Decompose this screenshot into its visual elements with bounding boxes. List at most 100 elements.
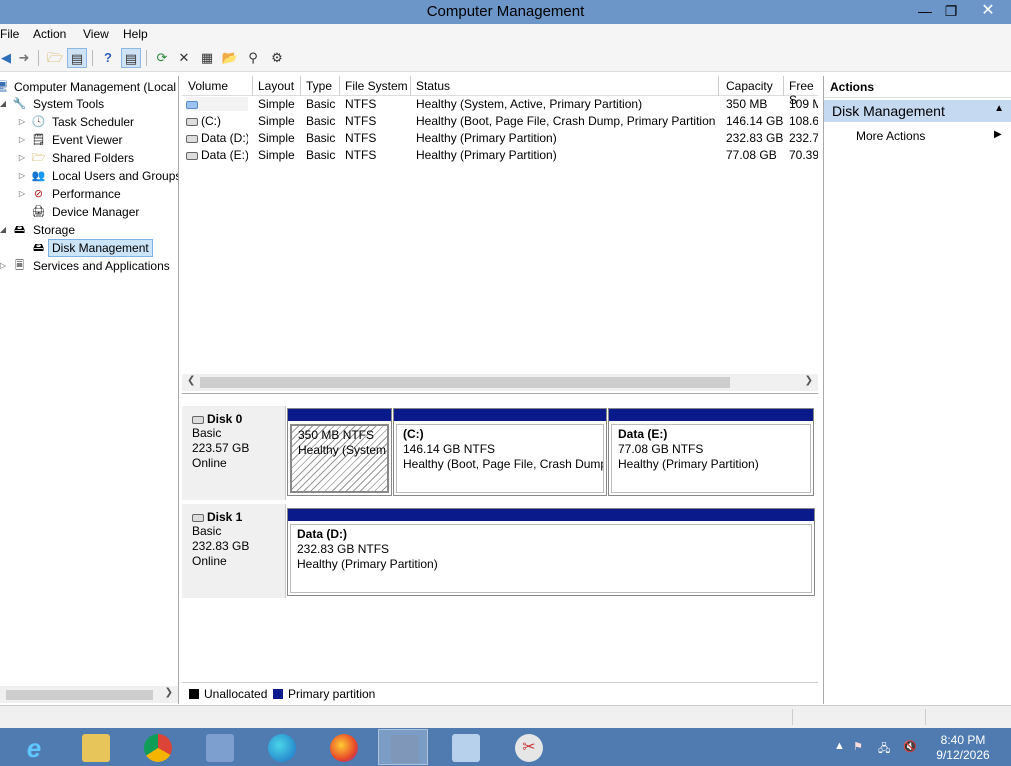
clock-time: 8:40 PM [940,733,986,747]
tree-horizontal-scrollbar[interactable]: ❯ [0,686,178,703]
actions-section-label: Disk Management [832,103,945,119]
taskbar-chrome[interactable] [132,729,182,765]
column-divider[interactable] [300,76,301,96]
disk-0-info[interactable]: Disk 0 Basic 223.57 GB Online [182,406,286,500]
column-divider[interactable] [339,76,340,96]
col-volume[interactable]: Volume [188,79,228,93]
volume-muted-icon[interactable]: 🔇 [903,740,917,753]
menu-file[interactable]: File [0,27,19,41]
status-cell: Healthy (Primary Partition) [416,148,557,162]
col-type[interactable]: Type [306,79,332,93]
menu-help[interactable]: Help [123,27,148,41]
scrollbar-thumb[interactable] [200,377,730,388]
delete-icon[interactable]: ✕ [174,48,194,68]
layout-cell: Simple [258,148,295,162]
event-viewer-icon: 🗒 [31,134,46,146]
disk-1-info[interactable]: Disk 1 Basic 232.83 GB Online [182,504,286,598]
actions-header: Actions [824,76,1011,98]
scroll-left-icon[interactable]: ❮ [187,375,195,386]
forward-icon[interactable]: ➜ [14,48,34,68]
settings-icon[interactable]: ⚙ [267,48,287,68]
expand-arrow-icon[interactable]: ▷ [17,167,27,185]
expand-arrow-icon[interactable]: ▷ [17,185,27,203]
close-button[interactable]: ✕ [970,0,1006,22]
submenu-arrow-icon[interactable]: ▶ [994,129,1002,140]
center-pane: Volume Layout Type File System Status Ca… [182,76,818,704]
network-tray-icon[interactable]: 🖧 [878,740,890,759]
fs-cell: NTFS [345,131,377,145]
more-actions-item[interactable]: More Actions [856,129,925,143]
taskbar-control-panel[interactable] [440,729,490,765]
menu-view[interactable]: View [83,27,109,41]
table-row[interactable]: Data (E:) Simple Basic NTFS Healthy (Pri… [182,147,818,164]
status-divider [925,709,926,725]
expand-arrow-icon[interactable]: ▷ [17,149,27,167]
expand-arrow-icon[interactable]: ▷ [17,113,27,131]
taskbar-network[interactable] [194,729,244,765]
partition-e[interactable]: Data (E:) 77.08 GB NTFS Healthy (Primary… [608,408,814,496]
scroll-right-icon[interactable]: ❯ [165,687,173,698]
type-cell: Basic [306,148,336,162]
drive-icon [186,134,198,143]
open-icon[interactable]: 📂 [220,48,240,68]
properties-icon[interactable]: ▦ [197,48,217,68]
expand-arrow-icon[interactable]: ▷ [0,257,8,275]
status-cell: Healthy (Boot, Page File, Crash Dump, Pr… [416,114,716,128]
partition-c[interactable]: (C:) 146.14 GB NTFS Healthy (Boot, Page … [393,408,607,496]
help-icon[interactable]: ? [98,48,118,68]
menu-action[interactable]: Action [33,27,66,41]
expand-arrow-icon[interactable]: ▷ [17,131,27,149]
taskbar-file-explorer[interactable] [70,729,120,765]
show-hide-tree-icon[interactable]: ▤ [67,48,87,68]
table-row[interactable]: (C:) Simple Basic NTFS Healthy (Boot, Pa… [182,113,818,130]
partition-system-reserved[interactable]: 350 MB NTFS Healthy (System, Active, Pri… [287,408,392,496]
refresh-icon[interactable]: ⟳ [152,48,172,68]
legend-swatch-primary [273,689,283,699]
column-divider[interactable] [783,76,784,96]
scroll-right-icon[interactable]: ❯ [805,375,813,386]
collapse-arrow-icon[interactable]: ◢ [0,95,8,113]
taskbar-clock[interactable]: 8:40 PM 9/12/2026 [928,733,998,763]
show-hidden-icons-icon[interactable]: ▲ [834,740,845,752]
edge-icon [268,734,296,762]
partition-d[interactable]: Data (D:) 232.83 GB NTFS Healthy (Primar… [287,508,815,596]
partition-body: 350 MB NTFS Healthy (System, Active, Pri… [290,424,389,493]
maximize-button[interactable]: ❐ [936,0,966,22]
network-icon [206,734,234,762]
taskbar-firefox[interactable] [318,729,368,765]
search-icon[interactable]: ⚲ [243,48,263,68]
actions-section-disk-management[interactable]: Disk Management ▲ [824,100,1011,122]
chrome-icon [144,734,172,762]
table-row[interactable]: Simple Basic NTFS Healthy (System, Activ… [182,96,818,113]
capacity-cell: 146.14 GB [726,114,784,128]
scrollbar-thumb[interactable] [6,690,153,700]
column-divider[interactable] [718,76,719,96]
volume-list-horizontal-scrollbar[interactable]: ❮ ❯ [182,374,818,391]
col-layout[interactable]: Layout [258,79,294,93]
show-hide-action-pane-icon[interactable]: ▤ [121,48,141,68]
collapse-up-icon[interactable]: ▲ [994,103,1004,114]
taskbar-internet-explorer[interactable]: e [8,729,58,765]
action-center-flag-icon[interactable]: ⚑ [853,740,863,753]
drive-icon [186,151,198,160]
table-row[interactable]: Data (D:) Simple Basic NTFS Healthy (Pri… [182,130,818,147]
fs-cell: NTFS [345,148,377,162]
disk-kind: Basic [192,426,222,440]
taskbar-snipping-tool[interactable]: ✂ [503,729,553,765]
column-divider[interactable] [252,76,253,96]
col-status[interactable]: Status [416,79,450,93]
column-divider[interactable] [410,76,411,96]
tools-icon: 🔧 [12,98,27,110]
col-file-system[interactable]: File System [345,79,408,93]
partition-bar [288,409,391,421]
collapse-arrow-icon[interactable]: ◢ [0,221,8,239]
taskbar-computer-management[interactable] [378,729,428,765]
volume-cell [186,97,248,111]
up-folder-icon[interactable]: 🗁 [45,48,65,68]
col-capacity[interactable]: Capacity [726,79,773,93]
partition-bar [609,409,813,421]
free-cell: 109 M [789,97,818,111]
disk-state: Online [192,456,227,470]
disk-legend: Unallocated Primary partition [182,682,818,702]
taskbar-edge[interactable] [256,729,306,765]
